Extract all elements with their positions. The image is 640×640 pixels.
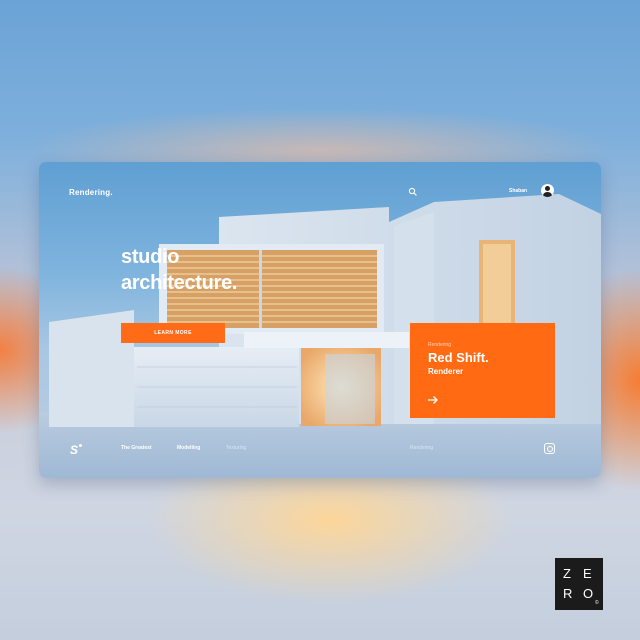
promo-subtitle: Renderer [428,367,464,376]
website-mockup-card: Rendering. Shaban studio architecture. L… [39,162,601,478]
search-icon[interactable] [408,187,418,197]
brand-logo[interactable]: Rendering. [69,188,113,197]
avatar-body [543,192,552,197]
avatar-head [545,186,550,191]
footer-logo[interactable]: S [70,443,82,457]
copyright-symbol: © [595,600,599,606]
hero-title: studio architecture. [121,244,237,296]
user-name[interactable]: Shaban [509,188,527,194]
footer-logo-dot [79,444,82,447]
nav-item-the-greatest[interactable]: The Greatest [121,445,152,451]
promo-card[interactable]: Rendering Red Shift. Renderer [410,323,555,418]
avatar[interactable] [541,184,554,197]
hero-title-line2: architecture. [121,272,238,294]
house-render-image [39,194,601,478]
zero-letter-z: Z [563,566,571,581]
footer-logo-letter: S [70,443,79,457]
zero-letter-r: R [563,586,573,601]
nav-item-texturing[interactable]: Texturing [226,445,246,451]
learn-more-button[interactable]: LEARN MORE [121,323,225,343]
arrow-right-icon[interactable] [427,395,439,405]
instagram-lens [547,446,553,452]
zero-letter-o: O [583,586,594,601]
nav-item-rendering[interactable]: Rendering [410,445,433,451]
instagram-icon[interactable] [544,443,555,454]
promo-title: Red Shift. [428,350,489,365]
zero-watermark-logo: Z E R O © [555,558,603,610]
nav-item-modelling[interactable]: Modelling [177,445,200,451]
zero-letter-e: E [583,566,592,581]
promo-kicker: Rendering [428,342,452,348]
hero-title-line1: studio [121,246,180,268]
